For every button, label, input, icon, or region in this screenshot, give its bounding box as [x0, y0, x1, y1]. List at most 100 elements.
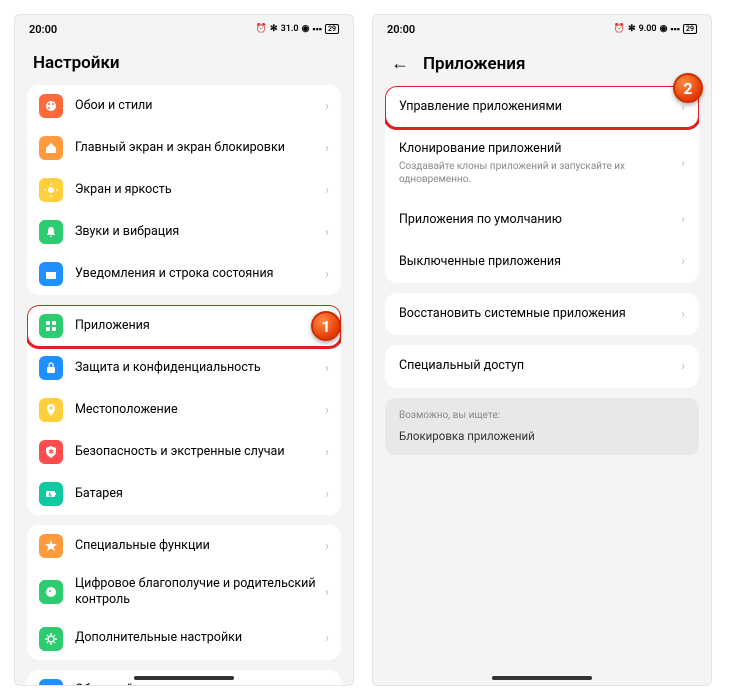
status-time: 20:00 — [29, 23, 57, 36]
chevron-right-icon: › — [325, 403, 329, 418]
apps-group: Восстановить системные приложения› — [385, 293, 699, 335]
row-label: Защита и конфиденциальность — [75, 360, 325, 376]
step-badge-2: 2 — [673, 73, 703, 103]
chevron-right-icon: › — [325, 225, 329, 240]
row-label: Батарея — [75, 486, 325, 502]
apps-group: Управление приложениями›Клонирование при… — [385, 86, 699, 283]
signal-icon: ▪▪▪ — [670, 24, 680, 35]
apps-row[interactable]: Клонирование приложений Создавайте клоны … — [385, 128, 699, 198]
row-sublabel: Создавайте клоны приложений и запускайте… — [399, 160, 681, 186]
settings-group: Специальные функции›Цифровое благополучи… — [27, 525, 341, 660]
row-label: Экран и яркость — [75, 182, 325, 198]
status-icons: ⏰ ✻ 9.00 ◉ ▪▪▪ 29 — [614, 24, 697, 35]
row-label: Управление приложениями — [399, 99, 681, 115]
status-bar: 20:00 ⏰ ✻ 31.0 ◉ ▪▪▪ 29 — [15, 15, 353, 43]
shield-icon: ✱ — [39, 440, 63, 464]
svg-text:✱: ✱ — [48, 448, 54, 456]
row-label: Безопасность и экстренные случаи — [75, 444, 325, 460]
nav-indicator — [492, 676, 592, 680]
signal-icon: ▪▪▪ — [312, 24, 322, 35]
row-label: Дополнительные настройки — [75, 630, 325, 646]
battery-icon — [39, 482, 63, 506]
settings-row[interactable]: Уведомления и строка состояния› — [27, 253, 341, 295]
settings-row[interactable]: Батарея› — [27, 473, 341, 515]
settings-row[interactable]: ✱Безопасность и экстренные случаи› — [27, 431, 341, 473]
palette-icon — [39, 94, 63, 118]
row-label: Обои и стили — [75, 98, 325, 114]
apps-row[interactable]: Специальный доступ› — [385, 345, 699, 387]
lock-icon — [39, 356, 63, 380]
alarm-icon: ⏰ — [614, 24, 625, 34]
row-label: Звуки и вибрация — [75, 224, 325, 240]
settings-row[interactable]: Экран и яркость› — [27, 169, 341, 211]
settings-row[interactable]: Специальные функции› — [27, 525, 341, 567]
status-time: 20:00 — [387, 23, 415, 36]
settings-row[interactable]: Дополнительные настройки› — [27, 618, 341, 660]
apps-screen: 20:00 ⏰ ✻ 9.00 ◉ ▪▪▪ 29 ← Приложения Упр… — [372, 14, 712, 686]
chevron-right-icon: › — [325, 99, 329, 114]
chevron-right-icon: › — [325, 631, 329, 646]
apps-group: Специальный доступ› — [385, 345, 699, 387]
hint-item[interactable]: Блокировка приложений — [399, 429, 685, 443]
row-label: Клонирование приложений — [399, 141, 681, 157]
apps-list[interactable]: Управление приложениями›Клонирование при… — [373, 86, 711, 685]
battery-indicator: 29 — [325, 24, 339, 34]
row-label: Специальные функции — [75, 538, 325, 554]
sun-icon — [39, 178, 63, 202]
row-label: Приложения — [75, 318, 325, 334]
wellbeing-icon — [39, 580, 63, 604]
settings-row[interactable]: Звуки и вибрация› — [27, 211, 341, 253]
page-title: Настройки — [33, 53, 120, 73]
net-speed: 9.00 — [639, 24, 657, 34]
status-bar: 20:00 ⏰ ✻ 9.00 ◉ ▪▪▪ 29 — [373, 15, 711, 43]
chevron-right-icon: › — [325, 487, 329, 502]
bluetooth-icon: ✻ — [270, 24, 278, 34]
chevron-right-icon: › — [681, 359, 685, 374]
info-icon: i — [39, 679, 63, 686]
chevron-right-icon: › — [325, 539, 329, 554]
search-hint-box: Возможно, вы ищете: Блокировка приложений — [385, 398, 699, 455]
panel-icon — [39, 262, 63, 286]
back-button[interactable]: ← — [391, 53, 409, 74]
chevron-right-icon: › — [681, 254, 685, 269]
chevron-right-icon: › — [681, 212, 685, 227]
hint-title: Возможно, вы ищете: — [399, 410, 685, 421]
chevron-right-icon: › — [325, 183, 329, 198]
row-label: Выключенные приложения — [399, 254, 681, 270]
home-icon — [39, 136, 63, 160]
settings-screen: 20:00 ⏰ ✻ 31.0 ◉ ▪▪▪ 29 Настройки Обои и… — [14, 14, 354, 686]
page-header: ← Приложения — [373, 43, 711, 86]
wifi-icon: ◉ — [660, 24, 668, 34]
settings-row[interactable]: Цифровое благополучие и родительский кон… — [27, 567, 341, 618]
settings-group: Обои и стили›Главный экран и экран блоки… — [27, 85, 341, 295]
wifi-icon: ◉ — [302, 24, 310, 34]
row-label: Уведомления и строка состояния — [75, 266, 325, 282]
chevron-right-icon: › — [681, 307, 685, 322]
settings-row[interactable]: Защита и конфиденциальность› — [27, 347, 341, 389]
row-label: Специальный доступ — [399, 358, 681, 374]
chevron-right-icon: › — [681, 156, 685, 171]
apps-row[interactable]: Восстановить системные приложения› — [385, 293, 699, 335]
settings-row[interactable]: Приложения› — [27, 305, 341, 347]
settings-group: Приложения›Защита и конфиденциальность›М… — [27, 305, 341, 515]
grid-icon — [39, 314, 63, 338]
net-speed: 31.0 — [281, 24, 299, 34]
row-label: Приложения по умолчанию — [399, 212, 681, 228]
apps-row[interactable]: Приложения по умолчанию› — [385, 199, 699, 241]
star-icon — [39, 534, 63, 558]
chevron-right-icon: › — [325, 585, 329, 600]
settings-list[interactable]: Обои и стили›Главный экран и экран блоки… — [15, 85, 353, 685]
settings-row[interactable]: Местоположение› — [27, 389, 341, 431]
apps-row[interactable]: Управление приложениями› — [385, 86, 699, 128]
alarm-icon: ⏰ — [256, 24, 267, 34]
gear-icon — [39, 627, 63, 651]
row-label: Восстановить системные приложения — [399, 306, 681, 322]
row-label: Главный экран и экран блокировки — [75, 140, 325, 156]
row-label: Об устройстве — [75, 682, 325, 685]
chevron-right-icon: › — [325, 141, 329, 156]
settings-row[interactable]: Обои и стили› — [27, 85, 341, 127]
settings-row[interactable]: Главный экран и экран блокировки› — [27, 127, 341, 169]
chevron-right-icon: › — [325, 267, 329, 282]
apps-row[interactable]: Выключенные приложения› — [385, 241, 699, 283]
chevron-right-icon: › — [325, 361, 329, 376]
